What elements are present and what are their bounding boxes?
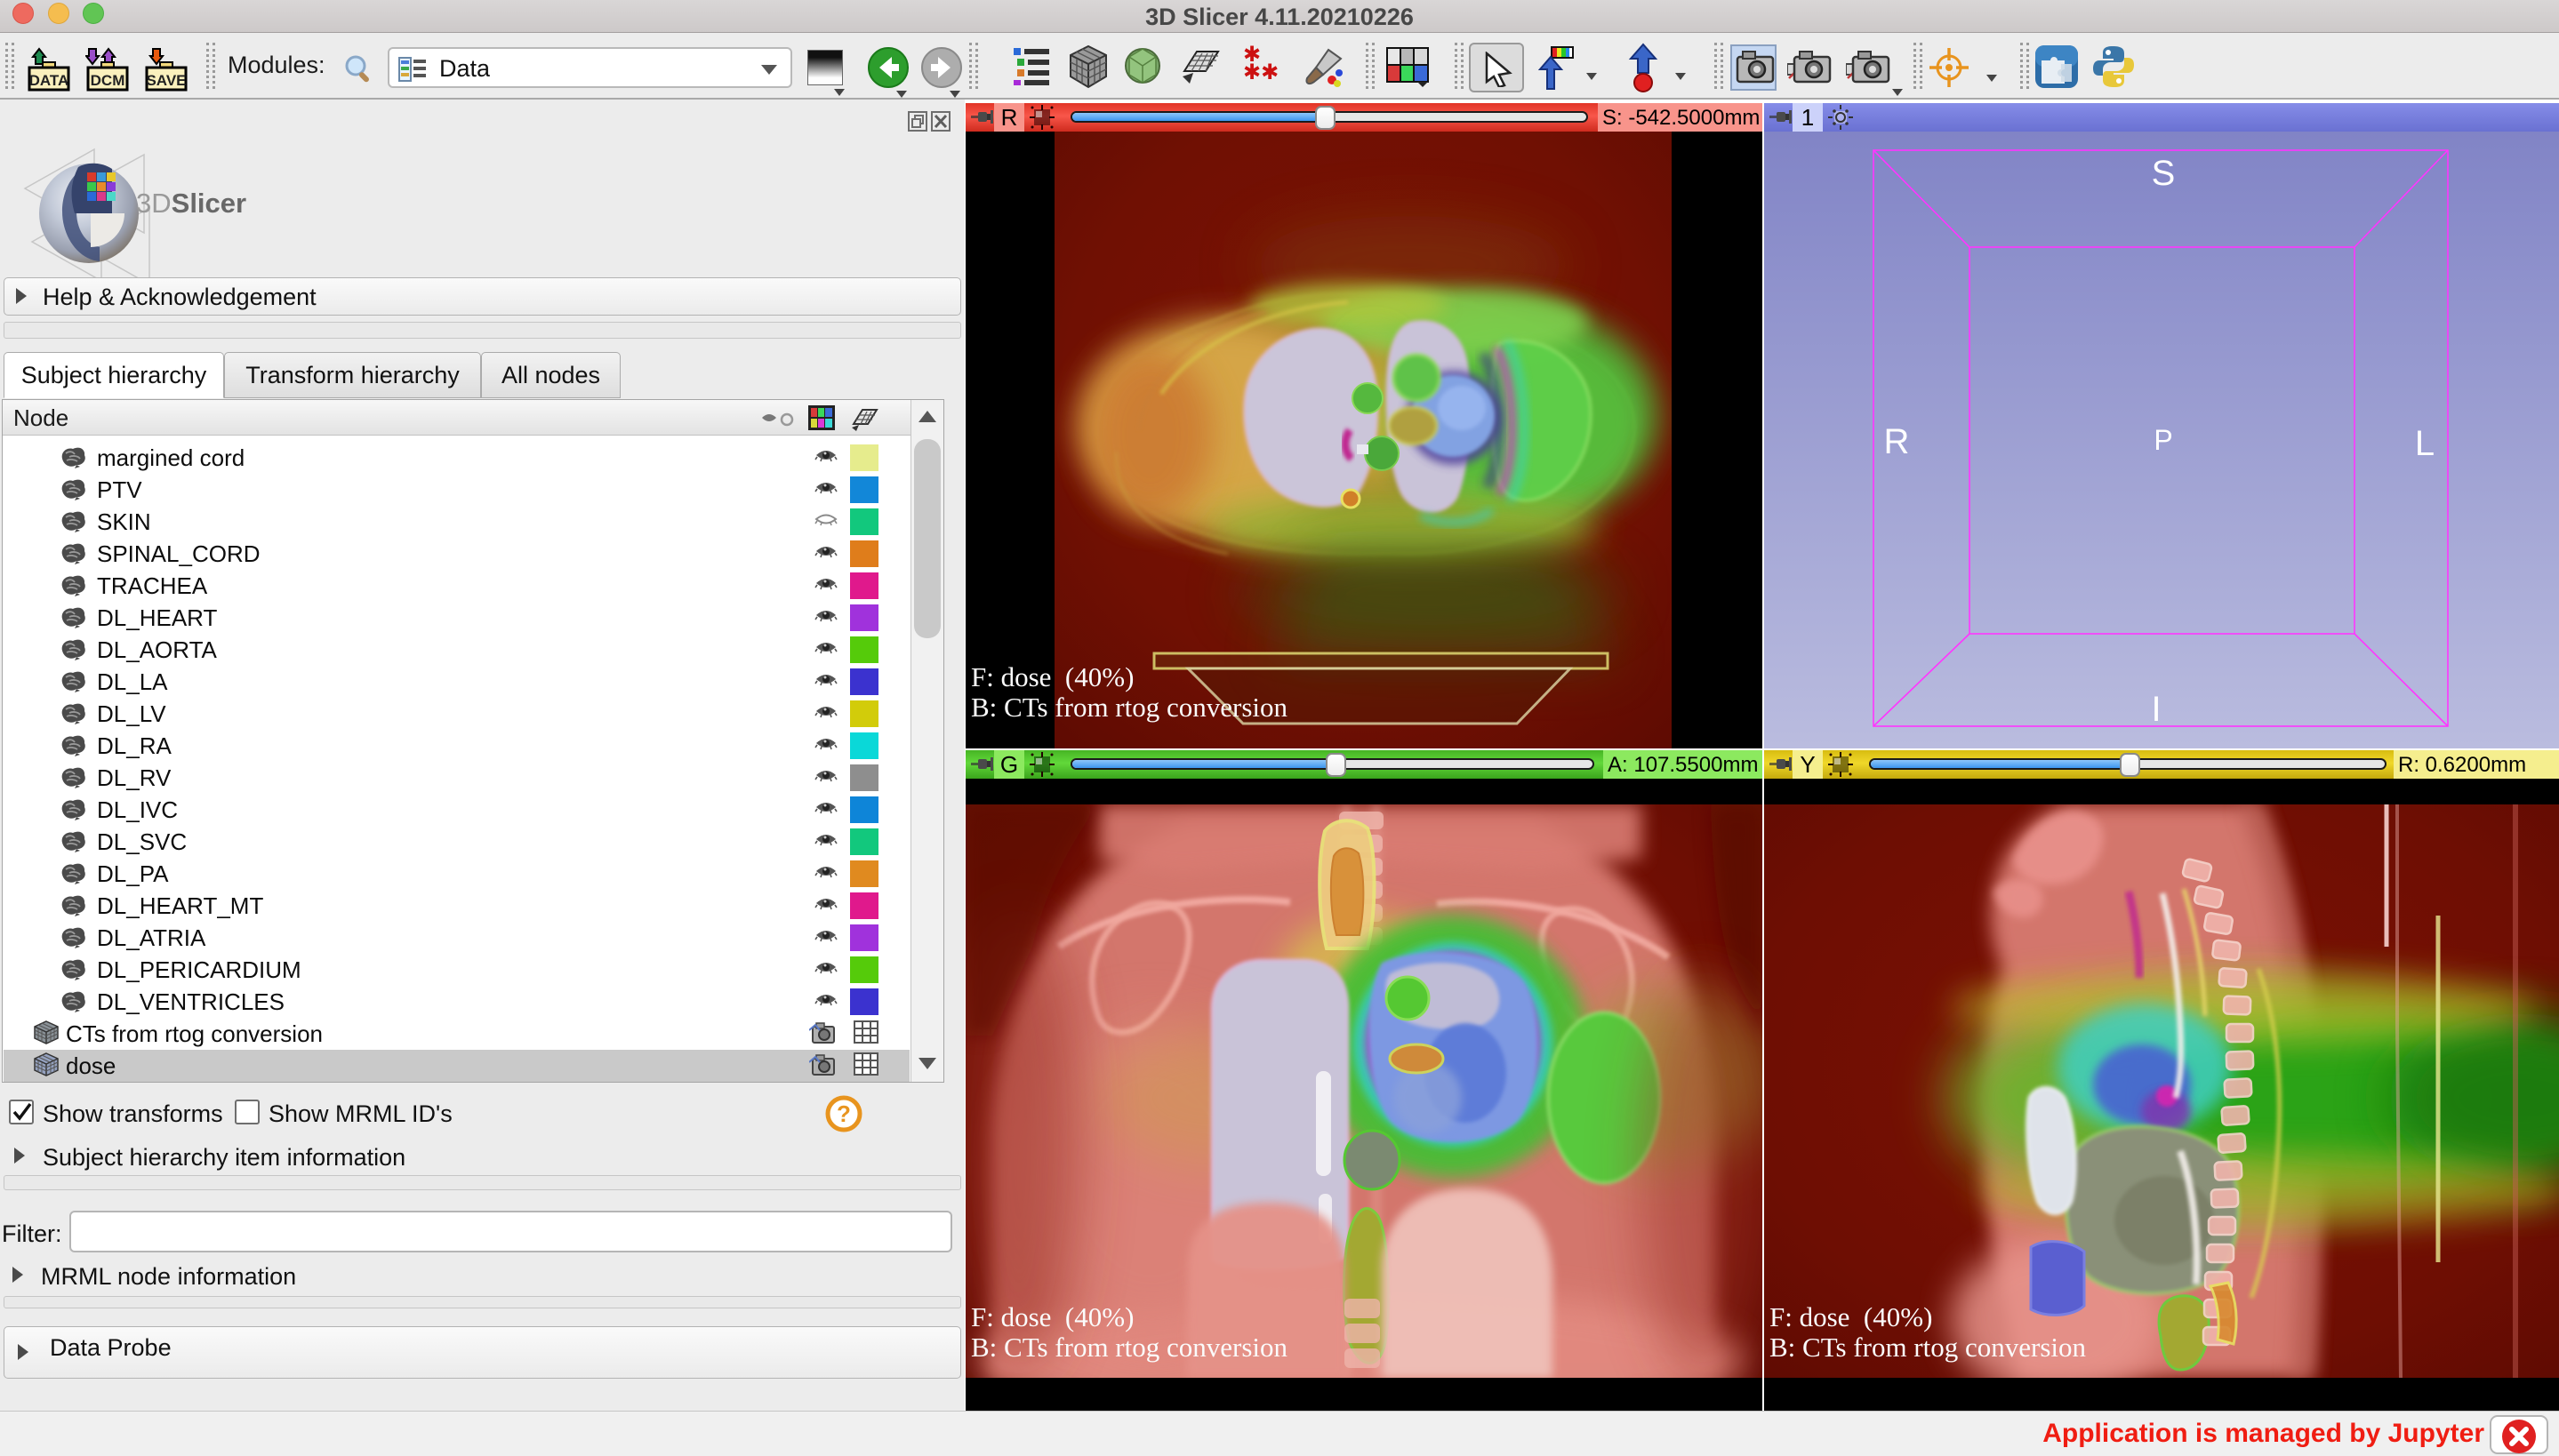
- svg-text:DCM: DCM: [91, 72, 125, 89]
- svg-text:SAVE: SAVE: [146, 72, 186, 89]
- svg-text:R: R: [1884, 422, 1910, 461]
- svg-text:DATA: DATA: [29, 72, 69, 89]
- svg-text:L: L: [2415, 424, 2435, 463]
- svg-text:I: I: [2151, 690, 2161, 729]
- svg-text:S: S: [2152, 154, 2176, 193]
- svg-text:P: P: [2154, 424, 2172, 456]
- svg-text:?: ?: [837, 1100, 851, 1127]
